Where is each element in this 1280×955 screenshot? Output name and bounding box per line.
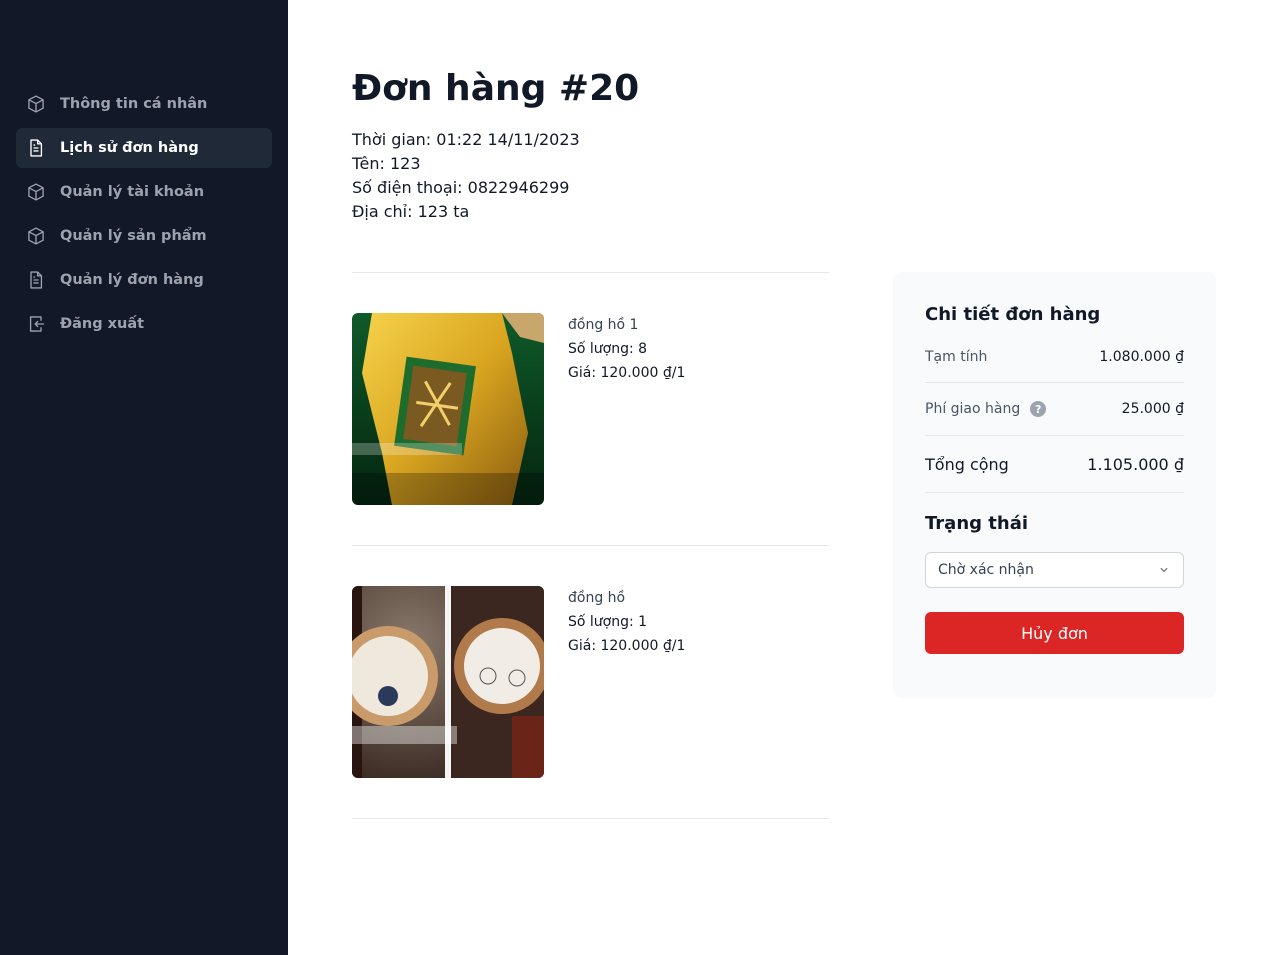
sidebar-item-logout[interactable]: Đăng xuất [16, 304, 272, 344]
item-name: đồng hồ [568, 590, 626, 606]
subtotal-value: 1.080.000 ₫ [1099, 349, 1184, 365]
sidebar-item-account-management[interactable]: Quản lý tài khoản [16, 172, 272, 212]
shipping-row: Phí giao hàng ? 25.000 ₫ [925, 383, 1184, 436]
cube-icon [26, 182, 46, 202]
item-price: Giá: 120.000 ₫/1 [568, 638, 686, 654]
shipping-value: 25.000 ₫ [1121, 401, 1184, 417]
cancel-order-button[interactable]: Hủy đơn [925, 612, 1184, 654]
order-items-list: đồng hồ 1 Số lượng: 8 Giá: 120.000 ₫/1 đ… [352, 272, 829, 819]
sidebar-item-order-management[interactable]: Quản lý đơn hàng [16, 260, 272, 300]
logout-icon [26, 314, 46, 334]
cube-icon [26, 226, 46, 246]
subtotal-label: Tạm tính [925, 349, 988, 365]
item-price: Giá: 120.000 ₫/1 [568, 365, 686, 381]
cube-icon [26, 94, 46, 114]
order-name: Tên: 123 [352, 154, 421, 173]
item-name: đồng hồ 1 [568, 317, 639, 333]
order-phone: Số điện thoại: 0822946299 [352, 178, 570, 197]
list-item: đồng hồ 1 Số lượng: 8 Giá: 120.000 ₫/1 [352, 273, 829, 546]
list-item: đồng hồ Số lượng: 1 Giá: 120.000 ₫/1 [352, 546, 829, 819]
document-icon [26, 270, 46, 290]
sidebar: Thông tin cá nhân Lịch sử đơn hàng Quản … [0, 0, 288, 955]
rose-gold-watch-image [352, 586, 544, 778]
shipping-label: Phí giao hàng [925, 401, 1021, 417]
question-icon[interactable]: ? [1030, 401, 1047, 417]
sidebar-item-label: Quản lý tài khoản [60, 184, 205, 200]
sidebar-item-label: Quản lý đơn hàng [60, 272, 204, 288]
sidebar-item-product-management[interactable]: Quản lý sản phẩm [16, 216, 272, 256]
total-value: 1.105.000 ₫ [1087, 454, 1184, 474]
sidebar-item-label: Quản lý sản phẩm [60, 228, 207, 244]
subtotal-row: Tạm tính 1.080.000 ₫ [925, 343, 1184, 383]
status-title: Trạng thái [925, 513, 1029, 534]
sidebar-item-label: Thông tin cá nhân [60, 96, 208, 112]
document-icon [26, 138, 46, 158]
chevron-down-icon [1160, 567, 1168, 573]
status-select[interactable]: Chờ xác nhận [925, 552, 1184, 588]
status-selected-value: Chờ xác nhận [938, 562, 1034, 578]
sidebar-item-label: Lịch sử đơn hàng [60, 140, 199, 156]
sidebar-item-personal-info[interactable]: Thông tin cá nhân [16, 84, 272, 124]
item-quantity: Số lượng: 8 [568, 341, 648, 357]
total-row: Tổng cộng 1.105.000 ₫ [925, 436, 1184, 493]
order-summary-panel: Chi tiết đơn hàng Tạm tính 1.080.000 ₫ P… [893, 272, 1216, 698]
sidebar-item-label: Đăng xuất [60, 316, 145, 332]
order-address: Địa chỉ: 123 ta [352, 202, 470, 221]
gold-watch-image [352, 313, 544, 505]
page-title: Đơn hàng #20 [352, 68, 640, 109]
order-info: Thời gian: 01:22 14/11/2023 Tên: 123 Số … [352, 128, 832, 224]
sidebar-item-order-history[interactable]: Lịch sử đơn hàng [16, 128, 272, 168]
summary-title: Chi tiết đơn hàng [925, 304, 1101, 325]
total-label: Tổng cộng [925, 454, 1009, 474]
item-quantity: Số lượng: 1 [568, 614, 648, 630]
order-time: Thời gian: 01:22 14/11/2023 [352, 130, 580, 149]
